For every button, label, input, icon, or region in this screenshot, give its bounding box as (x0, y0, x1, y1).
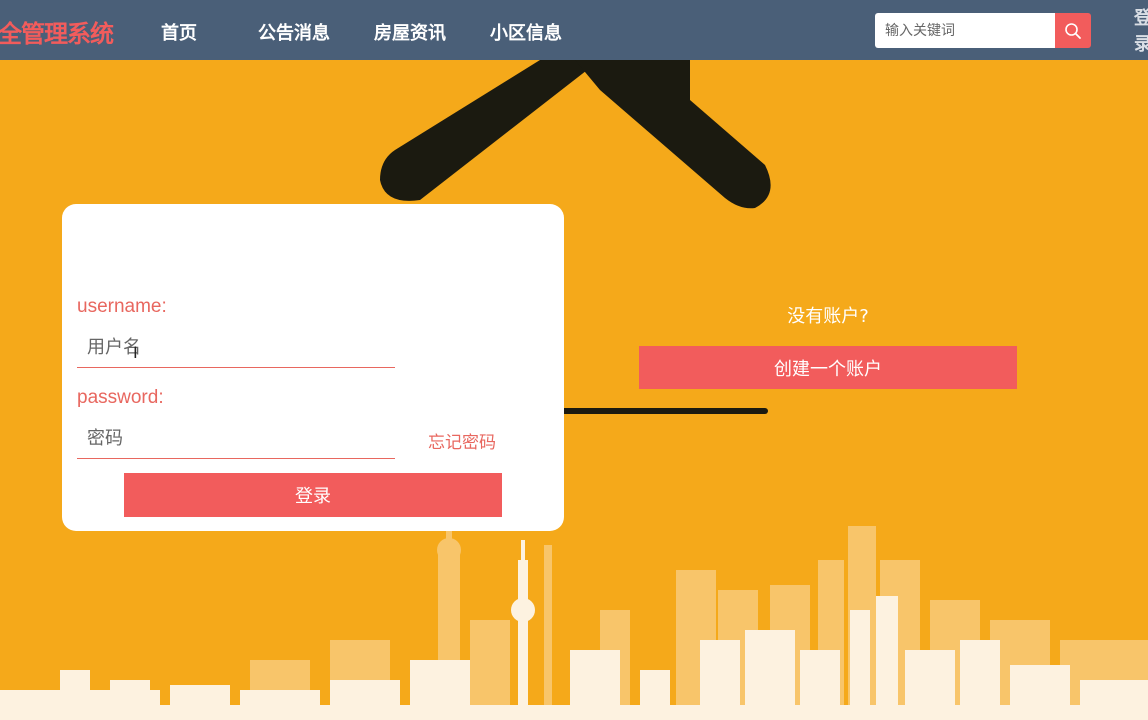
nav-item-home[interactable]: 首页 (161, 19, 197, 45)
site-brand[interactable]: 全管理系统 (0, 14, 114, 49)
search-button[interactable] (1055, 13, 1091, 48)
search-input[interactable] (875, 13, 1055, 48)
password-label: password: (77, 387, 164, 408)
search-icon (1065, 22, 1081, 39)
nav-item-announcements[interactable]: 公告消息 (258, 19, 330, 45)
top-navbar: 全管理系统 首页 公告消息 房屋资讯 小区信息 登录 (0, 0, 1148, 60)
no-account-prompt: 没有账户? (787, 306, 869, 327)
password-input[interactable] (77, 419, 395, 459)
username-label: username: (77, 296, 167, 317)
login-card: username: password: 忘记密码 登录 (62, 204, 564, 531)
login-link[interactable]: 登录 (1134, 6, 1148, 58)
nav-item-housing-info[interactable]: 房屋资讯 (374, 19, 446, 45)
forgot-password-link[interactable]: 忘记密码 (428, 428, 496, 453)
text-cursor-icon: I (133, 343, 138, 362)
login-button[interactable]: 登录 (124, 473, 502, 517)
nav-item-community-info[interactable]: 小区信息 (490, 19, 562, 45)
create-account-button[interactable]: 创建一个账户 (639, 346, 1017, 389)
username-input[interactable] (77, 328, 395, 368)
